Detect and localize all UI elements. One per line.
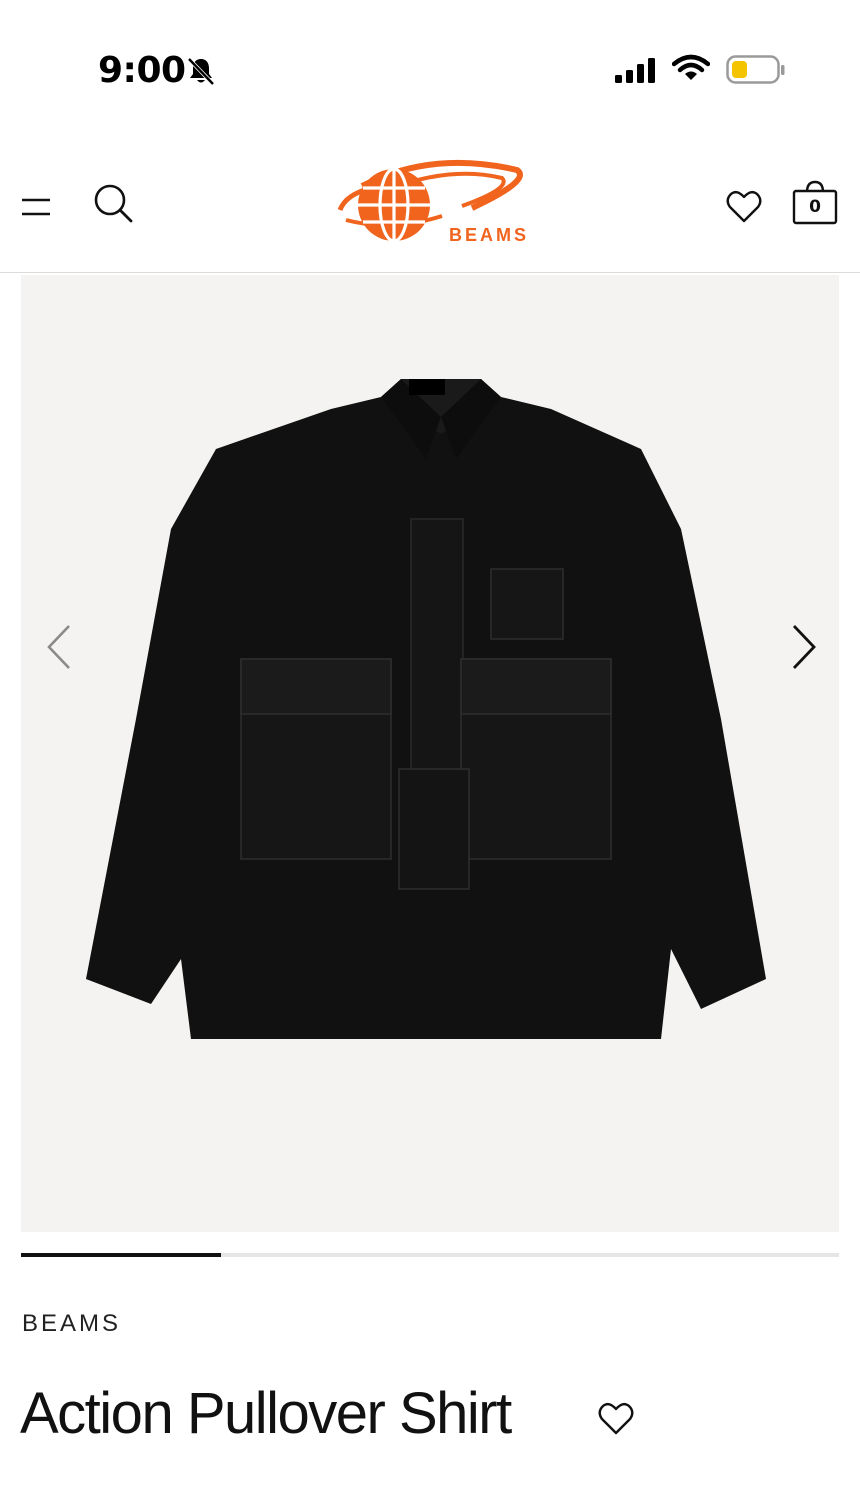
product-title: Action Pullover Shirt — [20, 1381, 512, 1446]
heart-icon[interactable] — [726, 190, 762, 224]
status-bar: 9:00 — [0, 0, 860, 130]
chevron-left-icon[interactable] — [43, 623, 77, 671]
menu-icon[interactable] — [20, 197, 52, 217]
wifi-icon — [672, 54, 710, 80]
bell-slash-icon — [187, 57, 215, 86]
product-image-gallery[interactable] — [21, 275, 839, 1232]
shopping-bag-button[interactable]: 0 — [791, 178, 839, 226]
beams-logo[interactable]: BEAMS — [332, 158, 527, 250]
gallery-progress-fill — [21, 1253, 222, 1257]
signal-icon — [615, 58, 655, 83]
product-image — [86, 379, 766, 1039]
site-header: BEAMS 0 — [0, 130, 860, 273]
cart-count: 0 — [809, 197, 821, 217]
gallery-progress-track — [21, 1253, 839, 1257]
beams-globe-logo-icon: BEAMS — [337, 159, 527, 245]
search-icon[interactable] — [92, 182, 134, 224]
favorite-heart-icon[interactable] — [598, 1402, 634, 1436]
product-brand[interactable]: BEAMS — [22, 1310, 121, 1338]
chevron-right-icon[interactable] — [786, 623, 820, 671]
logo-text: BEAMS — [449, 225, 527, 245]
battery-icon — [726, 55, 785, 84]
status-time: 9:00 — [98, 50, 186, 91]
